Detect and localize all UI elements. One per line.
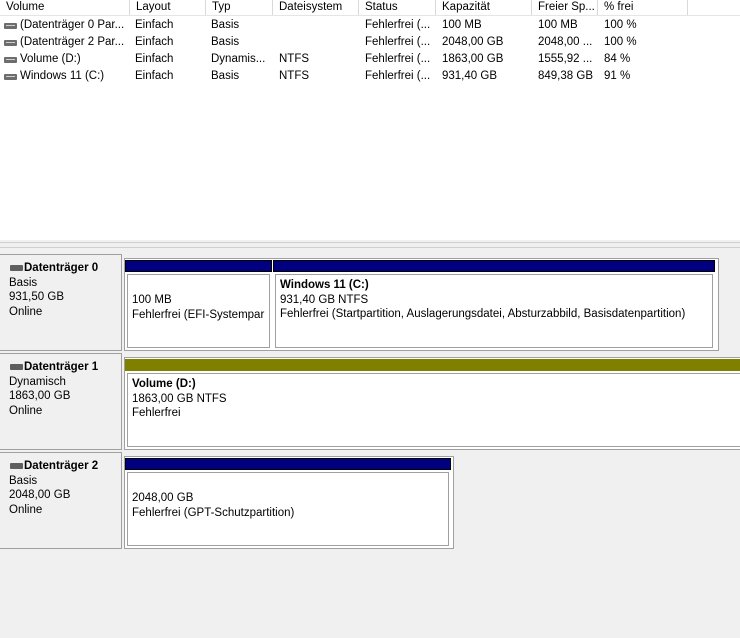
partition-volume-d[interactable]: Volume (D:) 1863,00 GB NTFS Fehlerfrei <box>125 359 740 449</box>
drive-icon <box>4 40 17 46</box>
cell-freier-speicher: 1555,92 ... <box>538 53 593 65</box>
partition-status: Fehlerfrei <box>132 407 181 419</box>
partition-bar <box>125 260 272 272</box>
partition-title: Windows 11 (C:) <box>280 279 369 291</box>
column-header-volume[interactable]: Volume <box>0 0 130 15</box>
cell-kapazitaet: 2048,00 GB <box>442 36 504 48</box>
partition-size: 2048,00 GB <box>132 492 194 504</box>
cell-volume: Volume (D:) <box>20 53 81 65</box>
disk-1-partitions: Volume (D:) 1863,00 GB NTFS Fehlerfrei <box>124 357 740 450</box>
cell-dateisystem <box>279 34 359 51</box>
partition-status: Fehlerfrei (GPT-Schutzpartition) <box>132 506 295 519</box>
cell-prozent-frei: 91 % <box>604 70 631 82</box>
cell-status: Fehlerfrei (... <box>365 53 431 65</box>
partition-body: Volume (D:) 1863,00 GB NTFS Fehlerfrei <box>127 373 740 447</box>
cell-dateisystem: NTFS <box>279 70 310 82</box>
disk-size: 2048,00 GB <box>9 489 71 501</box>
cell-layout: Einfach <box>135 36 174 48</box>
disk-2-label[interactable]: Datenträger 2 Basis 2048,00 GB Online <box>0 452 122 549</box>
partition-size: 931,40 GB NTFS <box>280 293 369 306</box>
cell-prozent-frei: 100 % <box>604 36 637 48</box>
table-row[interactable]: Volume (D:) Einfach Dynamis... NTFS Fehl… <box>0 51 740 68</box>
disk-state: Online <box>9 305 43 318</box>
cell-kapazitaet: 1863,00 GB <box>442 53 504 65</box>
volume-list[interactable]: Volume Layout Typ Dateisystem Status Kap… <box>0 0 740 240</box>
partition-title: Volume (D:) <box>132 378 196 390</box>
partition-bar <box>273 260 715 272</box>
cell-typ: Basis <box>211 70 240 82</box>
disk-type: Basis <box>9 276 38 289</box>
column-header-prozent-frei[interactable]: % frei <box>598 0 688 15</box>
disk-icon <box>10 364 23 370</box>
disk-2-partitions: 2048,00 GB Fehlerfrei (GPT-Schutzpartiti… <box>124 456 454 549</box>
column-header-status[interactable]: Status <box>359 0 436 15</box>
column-header-dateisystem[interactable]: Dateisystem <box>273 0 359 15</box>
disk-type: Dynamisch <box>9 375 66 388</box>
cell-typ: Dynamis... <box>211 53 266 65</box>
disk-0-partitions: 100 MB Fehlerfrei (EFI-Systempar Windows… <box>124 258 719 351</box>
disk-name: Datenträger 1 <box>24 361 99 373</box>
drive-icon <box>4 23 17 29</box>
cell-volume: Windows 11 (C:) <box>20 70 105 82</box>
cell-status: Fehlerfrei (... <box>365 70 431 82</box>
table-row[interactable]: (Datenträger 2 Par... Einfach Basis Fehl… <box>0 34 740 51</box>
disk-name: Datenträger 0 <box>24 262 99 274</box>
disk-graphical-view: Datenträger 0 Basis 931,50 GB Online 100… <box>0 248 740 638</box>
drive-icon <box>4 57 17 63</box>
cell-freier-speicher: 849,38 GB <box>538 70 593 82</box>
cell-layout: Einfach <box>135 19 174 31</box>
disk-icon <box>10 265 23 271</box>
partition-body: 2048,00 GB Fehlerfrei (GPT-Schutzpartiti… <box>127 472 449 546</box>
partition-efi[interactable]: 100 MB Fehlerfrei (EFI-Systempar <box>125 260 272 350</box>
partition-windows-c[interactable]: Windows 11 (C:) 931,40 GB NTFS Fehlerfre… <box>273 260 715 350</box>
column-header-freier-speicher[interactable]: Freier Sp... <box>532 0 598 15</box>
partition-gpt-protective[interactable]: 2048,00 GB Fehlerfrei (GPT-Schutzpartiti… <box>125 458 451 548</box>
partition-status: Fehlerfrei (EFI-Systempar <box>132 308 265 321</box>
column-header-row: Volume Layout Typ Dateisystem Status Kap… <box>0 0 740 16</box>
partition-body: 100 MB Fehlerfrei (EFI-Systempar <box>127 274 270 348</box>
partition-bar <box>125 458 451 470</box>
column-header-kapazitaet[interactable]: Kapazität <box>436 0 532 15</box>
cell-freier-speicher: 100 MB <box>538 19 578 31</box>
cell-typ: Basis <box>211 19 240 31</box>
disk-type: Basis <box>9 474 38 487</box>
drive-icon <box>4 74 17 80</box>
table-row[interactable]: Windows 11 (C:) Einfach Basis NTFS Fehle… <box>0 68 740 85</box>
disk-state: Online <box>9 503 43 516</box>
cell-typ: Basis <box>211 36 240 48</box>
cell-kapazitaet: 100 MB <box>442 19 482 31</box>
cell-status: Fehlerfrei (... <box>365 19 431 31</box>
partition-bar <box>125 359 740 371</box>
cell-volume: (Datenträger 2 Par... <box>20 36 125 48</box>
cell-dateisystem <box>279 17 359 34</box>
column-header-layout[interactable]: Layout <box>130 0 206 15</box>
cell-kapazitaet: 931,40 GB <box>442 70 497 82</box>
disk-1-label[interactable]: Datenträger 1 Dynamisch 1863,00 GB Onlin… <box>0 353 122 450</box>
disk-size: 931,50 GB <box>9 291 64 303</box>
partition-status: Fehlerfrei (Startpartition, Auslagerungs… <box>280 308 686 320</box>
column-header-typ[interactable]: Typ <box>206 0 273 15</box>
table-row[interactable]: (Datenträger 0 Par... Einfach Basis Fehl… <box>0 17 740 34</box>
partition-size: 100 MB <box>132 294 172 306</box>
cell-prozent-frei: 100 % <box>604 19 637 31</box>
cell-prozent-frei: 84 % <box>604 53 631 65</box>
disk-state: Online <box>9 404 43 417</box>
cell-volume: (Datenträger 0 Par... <box>20 19 125 31</box>
cell-layout: Einfach <box>135 70 174 82</box>
disk-name: Datenträger 2 <box>24 460 99 472</box>
disk-icon <box>10 463 23 469</box>
partition-size: 1863,00 GB NTFS <box>132 392 227 405</box>
partition-body: Windows 11 (C:) 931,40 GB NTFS Fehlerfre… <box>275 274 713 348</box>
disk-0-label[interactable]: Datenträger 0 Basis 931,50 GB Online <box>0 254 122 351</box>
cell-dateisystem: NTFS <box>279 53 310 65</box>
cell-layout: Einfach <box>135 53 174 65</box>
cell-freier-speicher: 2048,00 ... <box>538 36 593 48</box>
cell-status: Fehlerfrei (... <box>365 36 431 48</box>
disk-size: 1863,00 GB <box>9 390 71 402</box>
